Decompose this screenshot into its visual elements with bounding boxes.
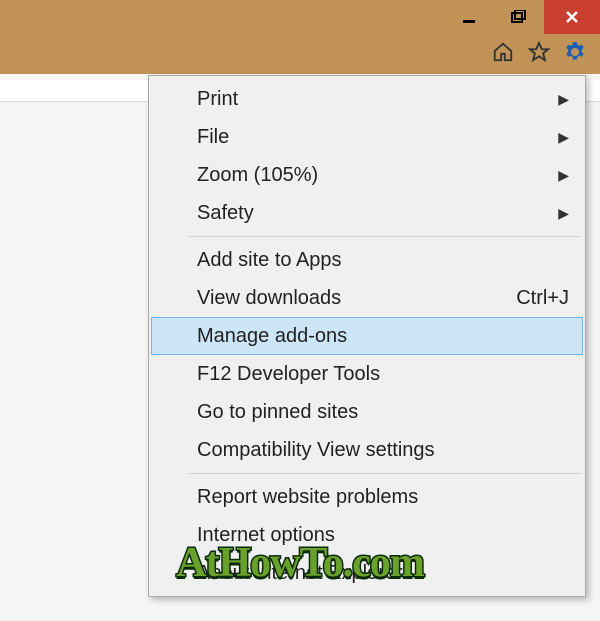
star-icon [528, 41, 550, 63]
browser-toolbar [0, 34, 600, 74]
menu-label: Manage add-ons [197, 321, 347, 351]
menu-item-go-to-pinned-sites[interactable]: Go to pinned sites [151, 393, 583, 431]
close-icon [565, 10, 579, 24]
gear-icon [563, 40, 587, 64]
favorites-button[interactable] [526, 39, 552, 65]
chevron-right-icon: ▶ [558, 89, 569, 110]
menu-item-print[interactable]: Print ▶ [151, 80, 583, 118]
menu-label: F12 Developer Tools [197, 359, 380, 389]
chevron-right-icon: ▶ [558, 127, 569, 148]
maximize-icon [511, 10, 527, 24]
tools-button[interactable] [562, 39, 588, 65]
menu-item-f12-developer-tools[interactable]: F12 Developer Tools [151, 355, 583, 393]
menu-label: File [197, 122, 229, 152]
menu-item-view-downloads[interactable]: View downloads Ctrl+J [151, 279, 583, 317]
menu-item-add-site-to-apps[interactable]: Add site to Apps [151, 241, 583, 279]
menu-label: Report website problems [197, 482, 418, 512]
close-button[interactable] [544, 0, 600, 34]
minimize-button[interactable] [444, 0, 494, 34]
menu-label: View downloads [197, 283, 341, 313]
menu-label: Go to pinned sites [197, 397, 358, 427]
menu-label: Zoom (105%) [197, 160, 318, 190]
menu-item-file[interactable]: File ▶ [151, 118, 583, 156]
tools-menu: Print ▶ File ▶ Zoom (105%) ▶ Safety ▶ Ad… [148, 75, 586, 597]
menu-label: Add site to Apps [197, 245, 342, 275]
chevron-right-icon: ▶ [558, 203, 569, 224]
menu-label: Print [197, 84, 238, 114]
home-button[interactable] [490, 39, 516, 65]
home-icon [492, 41, 514, 63]
menu-label: Compatibility View settings [197, 435, 435, 465]
menu-item-compatibility-view-settings[interactable]: Compatibility View settings [151, 431, 583, 469]
menu-label: Safety [197, 198, 254, 228]
watermark-text: AtHowTo.com [176, 539, 424, 587]
menu-item-zoom[interactable]: Zoom (105%) ▶ [151, 156, 583, 194]
menu-separator [189, 236, 581, 237]
menu-item-safety[interactable]: Safety ▶ [151, 194, 583, 232]
menu-item-manage-add-ons[interactable]: Manage add-ons [151, 317, 583, 355]
menu-item-report-website-problems[interactable]: Report website problems [151, 478, 583, 516]
chevron-right-icon: ▶ [558, 165, 569, 186]
menu-shortcut: Ctrl+J [516, 283, 569, 313]
minimize-icon [462, 10, 476, 24]
menu-separator [189, 473, 581, 474]
maximize-button[interactable] [494, 0, 544, 34]
window-titlebar [0, 0, 600, 34]
